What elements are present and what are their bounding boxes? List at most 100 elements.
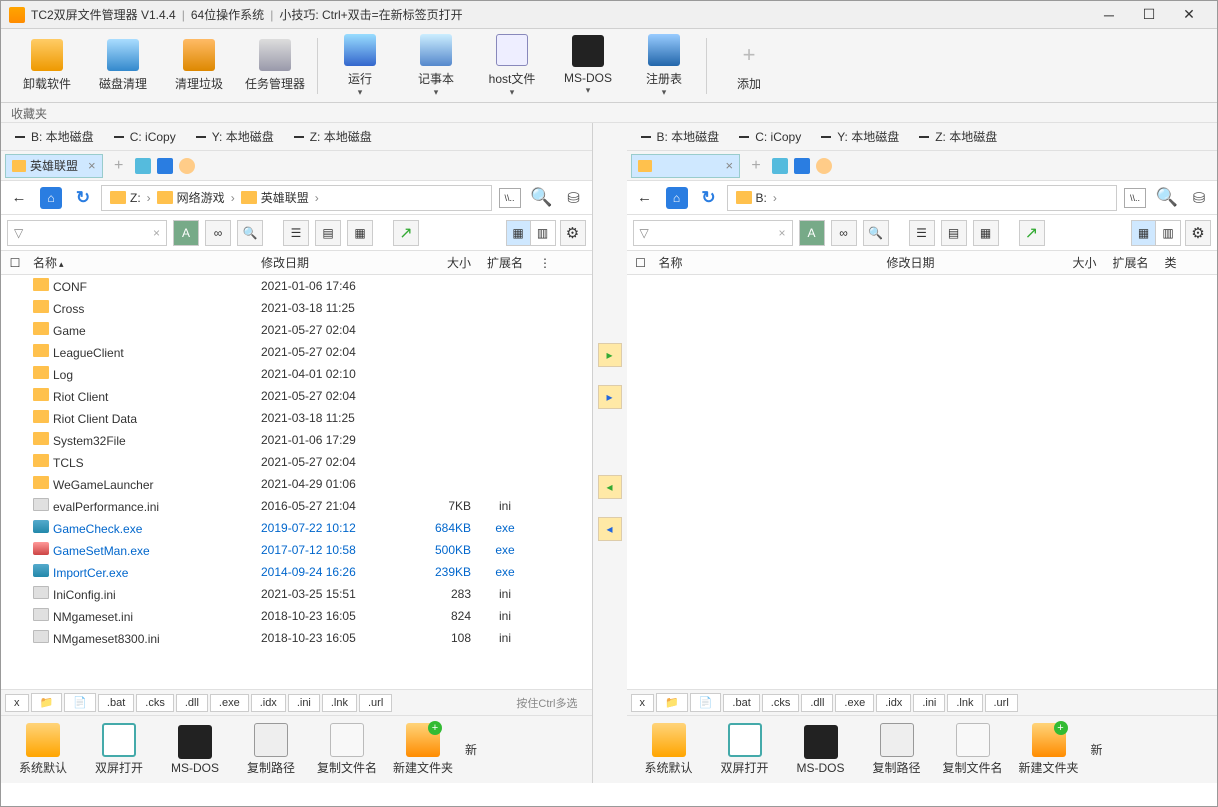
action-default[interactable]: 系统默认 xyxy=(5,720,81,780)
file-row[interactable]: GameSetMan.exe2017-07-12 10:58500KBexe xyxy=(1,539,592,561)
close-button[interactable]: ✕ xyxy=(1169,1,1209,29)
task-manager-button[interactable]: 任务管理器 xyxy=(237,33,313,99)
link-button[interactable]: ∞ xyxy=(831,220,857,246)
uninstall-button[interactable]: 卸载软件 xyxy=(9,33,85,99)
file-row[interactable]: NMgameset8300.ini2018-10-23 16:05108ini xyxy=(1,627,592,649)
ext-filter[interactable]: .exe xyxy=(210,694,249,712)
file-row[interactable]: NMgameset.ini2018-10-23 16:05824ini xyxy=(1,605,592,627)
font-button[interactable]: A xyxy=(173,220,199,246)
new-tab-button[interactable]: + xyxy=(746,156,766,176)
ext-filter[interactable]: .dll xyxy=(176,694,208,712)
ext-filter[interactable]: .exe xyxy=(835,694,874,712)
file-row[interactable]: WeGameLauncher2021-04-29 01:06 xyxy=(1,473,592,495)
close-tab-icon[interactable]: × xyxy=(726,158,734,173)
action-msdos[interactable]: MS-DOS xyxy=(157,720,233,780)
move-right-button[interactable]: ▸ xyxy=(598,385,622,409)
file-row[interactable]: CONF2021-01-06 17:46 xyxy=(1,275,592,297)
file-row[interactable]: ImportCer.exe2014-09-24 16:26239KBexe xyxy=(1,561,592,583)
move-left-button[interactable]: ◂ xyxy=(598,517,622,541)
ext-filter[interactable]: 📁 xyxy=(31,693,63,712)
breadcrumb-segment[interactable]: 网络游戏 xyxy=(153,189,229,206)
ext-filter[interactable]: .idx xyxy=(251,694,286,712)
drive-item[interactable]: Z: 本地磁盘 xyxy=(909,125,1007,148)
msdos-button[interactable]: MS-DOS▾ xyxy=(550,33,626,99)
refresh-button[interactable]: ↻ xyxy=(69,184,97,212)
drive-item[interactable]: C: iCopy xyxy=(729,127,811,147)
file-row[interactable]: LeagueClient2021-05-27 02:04 xyxy=(1,341,592,363)
home-button[interactable]: ⌂ xyxy=(37,184,65,212)
ext-filter[interactable]: .dll xyxy=(801,694,833,712)
settings-button[interactable]: ⚙ xyxy=(560,220,586,246)
copy-left-button[interactable]: ◂ xyxy=(598,475,622,499)
link-button[interactable]: ∞ xyxy=(205,220,231,246)
view-preview-button[interactable]: ▦ xyxy=(973,220,999,246)
path-mode-button[interactable]: \\.. xyxy=(496,184,524,212)
filter-input[interactable]: ▽× xyxy=(633,220,793,246)
ext-filter[interactable]: x xyxy=(5,694,29,712)
view-detail-button[interactable]: ▤ xyxy=(941,220,967,246)
view-preview-button[interactable]: ▦ xyxy=(347,220,373,246)
view-mode-buttons[interactable]: ▦▥ xyxy=(506,220,556,246)
ext-filter[interactable]: .ini xyxy=(288,694,320,712)
host-file-button[interactable]: host文件▾ xyxy=(474,33,550,99)
binoculars-button[interactable]: ⛁ xyxy=(1185,184,1213,212)
copy-right-button[interactable]: ▸ xyxy=(598,343,622,367)
search-button[interactable]: 🔍 xyxy=(528,184,556,212)
minimize-button[interactable]: ─ xyxy=(1089,1,1129,29)
file-row[interactable]: System32File2021-01-06 17:29 xyxy=(1,429,592,451)
drive-item[interactable]: Y: 本地磁盘 xyxy=(186,125,284,148)
left-file-list[interactable]: CONF2021-01-06 17:46Cross2021-03-18 11:2… xyxy=(1,275,592,689)
clear-filter-icon[interactable]: × xyxy=(778,226,785,240)
action-cpath[interactable]: 复制路径 xyxy=(233,720,309,780)
file-row[interactable]: Riot Client2021-05-27 02:04 xyxy=(1,385,592,407)
action-dual[interactable]: 双屏打开 xyxy=(81,720,157,780)
file-row[interactable]: Cross2021-03-18 11:25 xyxy=(1,297,592,319)
left-tab[interactable]: 英雄联盟× xyxy=(5,154,103,178)
action-default[interactable]: 系统默认 xyxy=(631,720,707,780)
action-newfld[interactable]: 新建文件夹 xyxy=(385,720,461,780)
action-cname[interactable]: 复制文件名 xyxy=(309,720,385,780)
tab-tool-icon[interactable] xyxy=(157,158,173,174)
file-row[interactable]: Game2021-05-27 02:04 xyxy=(1,319,592,341)
find-button[interactable]: 🔍 xyxy=(863,220,889,246)
ext-filter[interactable]: x xyxy=(631,694,655,712)
action-msdos[interactable]: MS-DOS xyxy=(783,720,859,780)
ext-filter[interactable]: 📄 xyxy=(690,693,722,712)
registry-button[interactable]: 注册表▾ xyxy=(626,33,702,99)
refresh-button[interactable]: ↻ xyxy=(695,184,723,212)
tab-tool-icon[interactable] xyxy=(794,158,810,174)
ext-filter[interactable]: .idx xyxy=(876,694,911,712)
breadcrumb-segment[interactable]: B: xyxy=(732,191,771,205)
action-cname[interactable]: 复制文件名 xyxy=(935,720,1011,780)
ext-filter[interactable]: .lnk xyxy=(947,694,982,712)
filter-input[interactable]: ▽× xyxy=(7,220,167,246)
ext-filter[interactable]: .cks xyxy=(136,694,174,712)
tab-tool-icon[interactable] xyxy=(135,158,151,174)
clear-filter-icon[interactable]: × xyxy=(153,226,160,240)
close-tab-icon[interactable]: × xyxy=(88,158,96,173)
ext-filter[interactable]: .lnk xyxy=(322,694,357,712)
view-list-button[interactable]: ☰ xyxy=(909,220,935,246)
new-tab-button[interactable]: + xyxy=(109,156,129,176)
left-column-header[interactable]: ☐ 名称▴ 修改日期 大小 扩展名 ⋮ xyxy=(1,251,592,275)
font-button[interactable]: A xyxy=(799,220,825,246)
ext-filter[interactable]: .bat xyxy=(98,694,134,712)
file-row[interactable]: Log2021-04-01 02:10 xyxy=(1,363,592,385)
settings-button[interactable]: ⚙ xyxy=(1185,220,1211,246)
run-button[interactable]: 运行▾ xyxy=(322,33,398,99)
ext-filter[interactable]: 📁 xyxy=(656,693,688,712)
action-cpath[interactable]: 复制路径 xyxy=(859,720,935,780)
drive-item[interactable]: B: 本地磁盘 xyxy=(631,125,730,148)
ext-filter[interactable]: .cks xyxy=(762,694,800,712)
path-mode-button[interactable]: \\.. xyxy=(1121,184,1149,212)
back-button[interactable]: ← xyxy=(5,184,33,212)
export-button[interactable]: ↗ xyxy=(1019,220,1045,246)
ext-filter[interactable]: .url xyxy=(985,694,1018,712)
favorites-bar[interactable]: 收藏夹 xyxy=(1,103,1217,123)
file-row[interactable]: GameCheck.exe2019-07-22 10:12684KBexe xyxy=(1,517,592,539)
drive-item[interactable]: Z: 本地磁盘 xyxy=(284,125,382,148)
tab-tool-icon[interactable] xyxy=(179,158,195,174)
tab-tool-icon[interactable] xyxy=(772,158,788,174)
ext-filter[interactable]: 📄 xyxy=(64,693,96,712)
breadcrumb-segment[interactable]: 英雄联盟 xyxy=(237,189,313,206)
